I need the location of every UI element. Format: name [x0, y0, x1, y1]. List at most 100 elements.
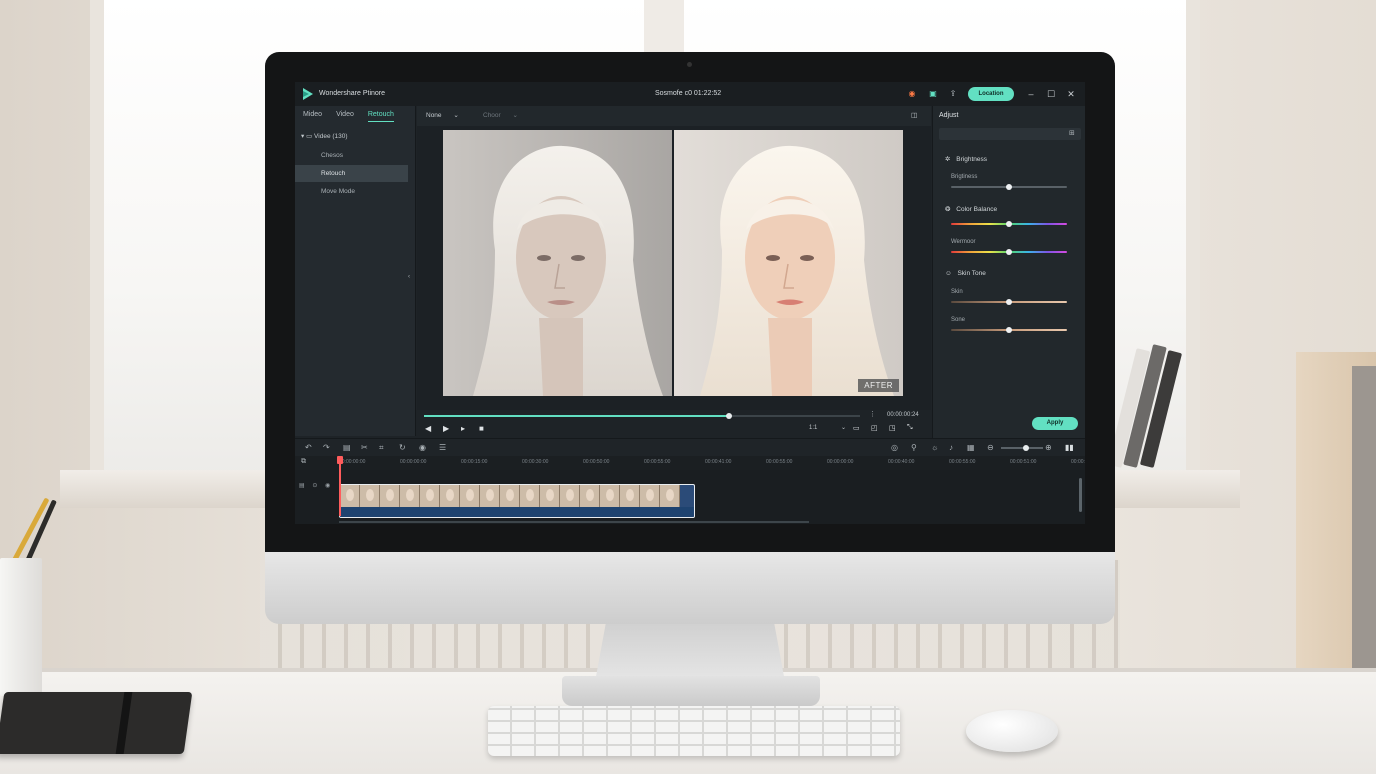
- tab-video[interactable]: Video: [336, 111, 354, 121]
- collapse-panel-icon[interactable]: ‹: [408, 274, 410, 280]
- zoom-in-icon[interactable]: ⊕: [1045, 443, 1052, 452]
- ratio-dropdown[interactable]: 1:1 ⌄: [809, 424, 846, 431]
- layout-icon[interactable]: ▣: [928, 89, 938, 99]
- next-frame-icon[interactable]: ▸: [461, 424, 465, 433]
- after-image: AFTER: [674, 130, 903, 396]
- adjust-search[interactable]: ⊞: [939, 128, 1081, 140]
- sun-icon: ✲: [945, 156, 951, 163]
- video-clip[interactable]: [339, 484, 695, 518]
- filter-dropdown[interactable]: None ⌄: [426, 110, 459, 122]
- progress-fill: [424, 415, 730, 417]
- folder-label: Videe (130): [314, 133, 348, 140]
- lock-icon[interactable]: ⊙: [312, 483, 317, 489]
- rotate-icon[interactable]: ↻: [399, 443, 406, 452]
- color-icon[interactable]: ◉: [419, 443, 426, 452]
- monitor-icon[interactable]: ▭: [853, 424, 860, 432]
- light-icon[interactable]: ☼: [931, 443, 938, 452]
- skin-slider[interactable]: [951, 299, 1067, 305]
- clip-frame-thumbnail: [460, 485, 480, 507]
- render-icon[interactable]: ◳: [889, 424, 896, 432]
- slider-label: Brigtiness: [951, 174, 978, 180]
- sidebar-item-retouch[interactable]: Retouch: [295, 165, 408, 182]
- progress-handle[interactable]: [726, 413, 733, 419]
- marker-icon[interactable]: ⚲: [911, 443, 917, 452]
- sidebar-item-move-mode[interactable]: Move Mode: [295, 183, 408, 200]
- minimize-icon[interactable]: –: [1025, 88, 1037, 100]
- imac-stand-base: [562, 676, 820, 706]
- app-window: Wondershare Ptinore Sosmofe c0 01:22:52 …: [295, 82, 1085, 524]
- subtitle-icon[interactable]: ▦: [967, 443, 975, 452]
- app-title: Wondershare Ptinore: [319, 90, 386, 97]
- ruler-tick-label: 00:00:50:00: [583, 459, 610, 465]
- visibility-icon[interactable]: ◉: [325, 483, 330, 489]
- redo-icon[interactable]: ↷: [323, 443, 330, 452]
- slider-handle[interactable]: [1006, 184, 1012, 190]
- playback-progress[interactable]: ⋮ 00:00:00:24: [417, 410, 931, 422]
- color-balance-slider[interactable]: [951, 221, 1067, 227]
- notebook: [0, 692, 193, 754]
- render-preview-icon[interactable]: ◎: [891, 443, 898, 452]
- brightness-slider[interactable]: [951, 184, 1067, 190]
- snapshot-icon[interactable]: ◰: [871, 424, 878, 432]
- location-button[interactable]: Location: [968, 87, 1014, 101]
- timeline-horizontal-scrollbar[interactable]: [339, 521, 809, 523]
- clip-frame-thumbnail: [540, 485, 560, 507]
- playback-controls: ◀ ▶ ▸ ■ 1:1 ⌄ ▭ ◰ ◳ ⤡: [417, 422, 931, 438]
- progress-track[interactable]: [424, 413, 860, 419]
- timeline-vertical-scrollbar[interactable]: [1079, 478, 1082, 512]
- slider-label: Wermoor: [951, 239, 976, 245]
- fullscreen-icon[interactable]: ⤡: [907, 424, 913, 432]
- wermoor-slider[interactable]: [951, 249, 1067, 255]
- maximize-icon[interactable]: ☐: [1045, 88, 1057, 100]
- tab-mideo[interactable]: Mideo: [303, 111, 322, 121]
- section-color-balance[interactable]: ❂ Color Balance: [945, 205, 997, 213]
- tab-retouch[interactable]: Retouch: [367, 111, 394, 122]
- timeline-ruler[interactable]: ⧉ 00:00:00:00 00:00:00:00 00:00:15:00 00:00…: [295, 456, 1085, 470]
- sone-slider[interactable]: [951, 327, 1067, 333]
- section-brightness[interactable]: ✲ Brightness: [945, 155, 987, 163]
- monitor-bezel: Wondershare Ptinore Sosmofe c0 01:22:52 …: [265, 52, 1115, 552]
- slider-handle[interactable]: [1006, 299, 1012, 305]
- wooden-shelf: [1296, 352, 1376, 708]
- grid-icon[interactable]: ⊞: [1069, 129, 1075, 137]
- slider-handle[interactable]: [1006, 249, 1012, 255]
- folder-tree-root[interactable]: ▾ ▭ Videe (130): [301, 132, 348, 140]
- slider-handle[interactable]: [1006, 327, 1012, 333]
- more-icon[interactable]: ⋮: [869, 410, 876, 418]
- track-type-icon: ▤: [299, 483, 305, 489]
- clip-frame-thumbnail: [360, 485, 380, 507]
- secondary-dropdown[interactable]: Choor ⌄: [483, 110, 518, 122]
- share-icon[interactable]: ⇪: [948, 89, 958, 99]
- apply-button[interactable]: Apply: [1032, 417, 1078, 430]
- keyboard: [488, 706, 900, 756]
- mic-icon[interactable]: ♪: [949, 443, 953, 452]
- imac-monitor: Wondershare Ptinore Sosmofe c0 01:22:52 …: [265, 52, 1115, 624]
- clip-frame-thumbnail: [380, 485, 400, 507]
- undo-icon[interactable]: ↶: [305, 443, 312, 452]
- playhead[interactable]: [339, 456, 341, 516]
- delete-icon[interactable]: ▤: [343, 443, 351, 452]
- stop-icon[interactable]: ■: [479, 424, 484, 433]
- adjust-icon[interactable]: ☰: [439, 443, 446, 452]
- clip-frame-thumbnail: [600, 485, 620, 507]
- after-label: AFTER: [858, 379, 899, 392]
- zoom-handle[interactable]: [1023, 445, 1029, 451]
- sidebar-item-chesos[interactable]: Chesos: [295, 147, 408, 164]
- crop-icon[interactable]: ⌗: [379, 443, 384, 453]
- cut-icon[interactable]: ✂: [361, 443, 368, 452]
- app-logo-icon: [303, 88, 313, 100]
- support-icon[interactable]: ◉: [907, 89, 917, 99]
- pause-render-icon[interactable]: ▮▮: [1065, 443, 1074, 452]
- previous-frame-icon[interactable]: ◀: [425, 424, 431, 433]
- compare-view-icon[interactable]: ◫: [911, 110, 917, 122]
- section-skin-tone[interactable]: ☺ Skin Tone: [945, 270, 986, 277]
- zoom-out-icon[interactable]: ⊖: [987, 443, 994, 452]
- clip-frame-thumbnail: [340, 485, 360, 507]
- color-circles-icon: ❂: [945, 206, 951, 213]
- close-icon[interactable]: ✕: [1065, 88, 1077, 100]
- zoom-slider[interactable]: [1001, 445, 1043, 451]
- slider-handle[interactable]: [1006, 221, 1012, 227]
- play-icon[interactable]: ▶: [443, 424, 449, 433]
- imac-stand: [595, 620, 785, 682]
- add-track-icon[interactable]: ⧉: [301, 458, 306, 466]
